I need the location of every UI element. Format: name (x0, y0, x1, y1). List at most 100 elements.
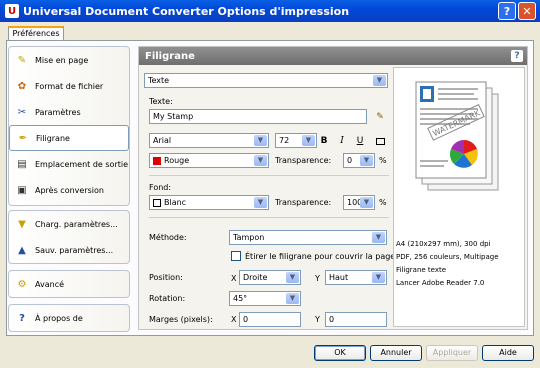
sidebar-item-label: Emplacement de sortie (35, 159, 129, 169)
advanced-icon: ⚙ (17, 278, 27, 290)
font-select[interactable]: Arial ▼ (149, 133, 269, 148)
position-x-value: Droite (243, 273, 268, 282)
pos-x-label: X (231, 274, 237, 283)
italic-button[interactable]: I (335, 134, 349, 148)
app-icon: U (5, 4, 19, 18)
page-setup-icon: ✎ (17, 54, 27, 66)
ok-button[interactable]: OK (314, 345, 366, 361)
margin-y-input[interactable]: 0 (325, 312, 387, 327)
preview-line: Lancer Adobe Reader 7.0 (396, 279, 485, 287)
load-settings-icon: ▼ (18, 218, 26, 230)
sidebar-item-page-setup[interactable]: ✎ Mise en page (9, 47, 129, 73)
window-title: Universal Document Converter Options d'i… (23, 4, 350, 18)
chevron-down-icon: ▼ (360, 197, 373, 208)
preview-line: A4 (210x297 mm), 300 dpi (396, 240, 491, 248)
font-color-select[interactable]: Rouge ▼ (149, 153, 269, 168)
pos-y-label: Y (315, 274, 320, 283)
percent-label: % (379, 198, 387, 207)
percent-label: % (379, 156, 387, 165)
margin-x-input[interactable]: 0 (239, 312, 301, 327)
chevron-down-icon: ▼ (254, 135, 267, 146)
sidebar-item-label: Mise en page (35, 55, 89, 65)
title-bar: U Universal Document Converter Options d… (0, 0, 540, 22)
method-label: Méthode: (149, 233, 187, 242)
section-title: Filigrane (145, 50, 195, 62)
sidebar-item-label: Filigrane (36, 133, 70, 143)
preview-info: A4 (210x297 mm), 300 dpi PDF, 256 couleu… (396, 238, 499, 290)
bold-button[interactable]: B (317, 134, 331, 148)
border-icon[interactable] (373, 134, 387, 148)
preview-pane: WATERMARK A4 (210x297 mm), 300 dpi PDF, … (393, 67, 525, 327)
after-conversion-icon: ▣ (17, 184, 27, 196)
sidebar-item-label: Sauv. paramètres... (35, 245, 114, 255)
file-format-icon: ✿ (17, 80, 27, 92)
edit-text-icon[interactable]: ✎ (373, 110, 387, 124)
chevron-down-icon: ▼ (360, 155, 373, 166)
watermark-type-select[interactable]: Texte ▼ (144, 73, 388, 88)
chevron-down-icon: ▼ (372, 232, 385, 243)
method-select[interactable]: Tampon ▼ (229, 230, 387, 245)
font-color-value: Rouge (164, 156, 190, 165)
position-label: Position: (149, 273, 183, 282)
sidebar-item-save-settings[interactable]: ▲ Sauv. paramètres... (9, 237, 129, 263)
watermark-icon: ✒ (18, 132, 28, 144)
sidebar-group-main: ✎ Mise en page ✿ Format de fichier ✂ Par… (8, 46, 130, 206)
close-button[interactable]: ✕ (518, 2, 536, 20)
sidebar-item-label: Paramètres (35, 107, 81, 117)
about-icon: ? (19, 312, 25, 324)
sidebar-item-label: Après conversion (35, 185, 104, 195)
save-settings-icon: ▲ (18, 244, 26, 256)
position-y-select[interactable]: Haut ▼ (325, 270, 387, 285)
chevron-down-icon: ▼ (373, 75, 386, 86)
background-label: Fond: (149, 183, 172, 192)
apply-button[interactable]: Appliquer (426, 345, 478, 361)
margins-label: Marges (pixels): (149, 315, 213, 324)
stretch-checkbox[interactable] (231, 251, 241, 261)
font-size-value: 72 (279, 136, 290, 145)
position-y-value: Haut (329, 273, 349, 282)
sidebar-item-load-settings[interactable]: ▼ Charg. paramètres... (9, 211, 129, 237)
help-button[interactable]: Aide (482, 345, 534, 361)
background-color-value: Blanc (164, 198, 187, 207)
section-header: Filigrane ? (139, 47, 527, 65)
output-location-icon: ▤ (17, 158, 27, 170)
method-value: Tampon (233, 233, 265, 242)
rotation-label: Rotation: (149, 294, 186, 303)
color-swatch (153, 198, 161, 207)
background-color-select[interactable]: Blanc ▼ (149, 195, 269, 210)
font-transparency-value: 0 (347, 156, 353, 165)
sidebar-item-advanced[interactable]: ⚙ Avancé (9, 271, 129, 297)
divider (149, 175, 389, 176)
sidebar-item-about[interactable]: ? À propos de (9, 305, 129, 331)
help-title-button[interactable]: ? (498, 2, 516, 20)
watermark-text-input[interactable]: My Stamp (149, 109, 367, 124)
text-label: Texte: (149, 97, 173, 106)
chevron-down-icon: ▼ (254, 155, 267, 166)
rotation-value: 45° (233, 294, 248, 303)
document-preview-image: WATERMARK (415, 81, 499, 191)
sidebar-item-file-format[interactable]: ✿ Format de fichier (9, 73, 129, 99)
bg-transparency-label: Transparence: (275, 198, 332, 207)
underline-button[interactable]: U (353, 134, 367, 148)
sidebar-item-after-conversion[interactable]: ▣ Après conversion (9, 177, 129, 203)
bg-transparency-select[interactable]: 100 ▼ (343, 195, 375, 210)
sidebar-item-label: À propos de (35, 313, 83, 323)
sidebar-item-label: Charg. paramètres... (35, 219, 118, 229)
font-size-select[interactable]: 72 ▼ (275, 133, 317, 148)
sidebar-item-label: Avancé (35, 279, 65, 289)
watermark-section: Filigrane ? Texte ▼ Texte: My Stamp ✎ Ar… (138, 46, 528, 330)
font-value: Arial (153, 136, 172, 145)
divider (149, 217, 389, 218)
chevron-down-icon: ▼ (302, 135, 315, 146)
stretch-label: Étirer le filigrane pour couvrir la page (245, 252, 396, 261)
sidebar-item-settings[interactable]: ✂ Paramètres (9, 99, 129, 125)
position-x-select[interactable]: Droite ▼ (239, 270, 301, 285)
sidebar-group-about: ? À propos de (8, 304, 130, 332)
cancel-button[interactable]: Annuler (370, 345, 422, 361)
rotation-select[interactable]: 45° ▼ (229, 291, 301, 306)
sidebar-item-watermark[interactable]: ✒ Filigrane (9, 125, 129, 151)
help-icon[interactable]: ? (511, 50, 523, 62)
font-transparency-select[interactable]: 0 ▼ (343, 153, 375, 168)
chevron-down-icon: ▼ (254, 197, 267, 208)
sidebar-item-output-location[interactable]: ▤ Emplacement de sortie (9, 151, 129, 177)
